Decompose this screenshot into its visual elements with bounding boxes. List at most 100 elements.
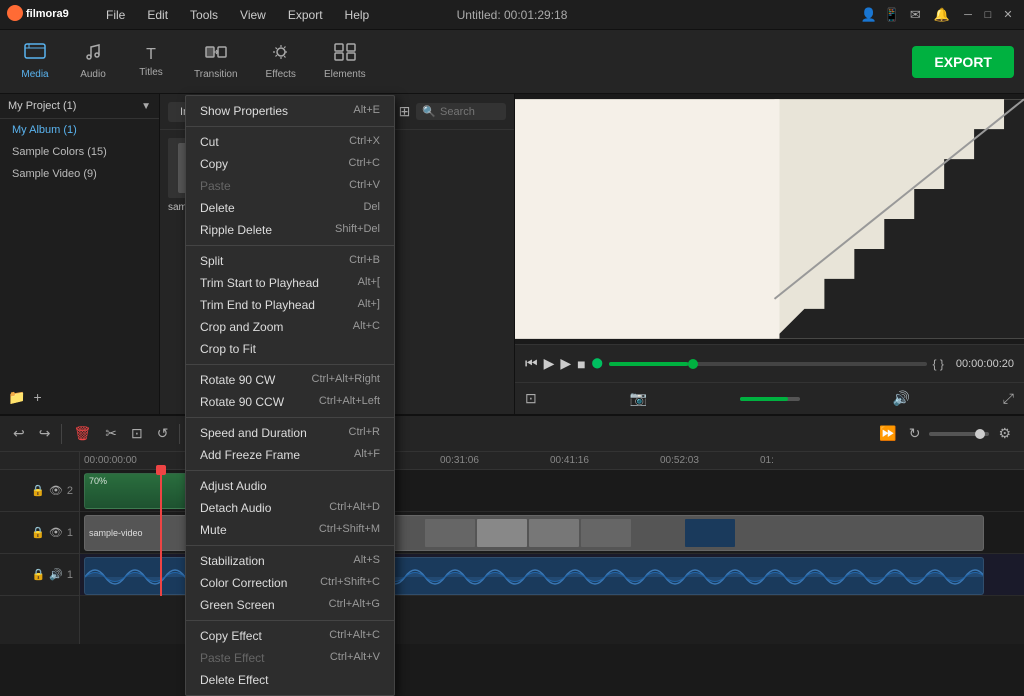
crop-button[interactable]: ⊡ <box>128 422 146 445</box>
preview-panel: ⏮ ▶ ▶ ■ ⬤ { } 00:00:00:20 ⊡ 📷 🔊 ⤢ <box>514 94 1024 414</box>
title-bar-menu: File Edit Tools View Export Help <box>96 4 379 26</box>
ctx-rotate-ccw[interactable]: Rotate 90 CCWCtrl+Alt+Left <box>186 391 394 413</box>
timeline-content: 🔒 👁 2 🔒 👁 1 🔒 🔊 1 00:00:00:00 00:10: <box>0 452 1024 644</box>
ctx-split[interactable]: SplitCtrl+B <box>186 250 394 272</box>
delete-clip-button[interactable]: 🗑 <box>70 422 94 445</box>
search-input[interactable] <box>440 106 500 118</box>
prev-frame-button[interactable]: ⏮ <box>525 355 538 372</box>
preview-bottom-bar: ⊡ 📷 🔊 ⤢ <box>515 382 1024 414</box>
ctx-cut[interactable]: CutCtrl+X <box>186 131 394 153</box>
close-button[interactable]: ✕ <box>1000 7 1016 23</box>
tl-sep-2 <box>179 424 180 444</box>
ctx-sep-1 <box>186 126 394 127</box>
ctx-rotate-cw[interactable]: Rotate 90 CWCtrl+Alt+Right <box>186 369 394 391</box>
menu-export[interactable]: Export <box>278 4 333 26</box>
add-icon[interactable]: + <box>33 389 41 406</box>
stop-button[interactable]: ■ <box>577 356 585 372</box>
track-1-eye-icon[interactable]: 👁 <box>49 526 63 539</box>
track-1-lock-icon[interactable]: 🔒 <box>31 526 45 539</box>
ctx-trim-start[interactable]: Trim Start to PlayheadAlt+[ <box>186 272 394 294</box>
ctx-delete-effect[interactable]: Delete Effect <box>186 669 394 691</box>
toolbar-effects[interactable]: Effects <box>256 39 306 84</box>
toolbar-media-label: Media <box>21 69 48 80</box>
volume-slider[interactable] <box>740 397 800 401</box>
ctx-color-correction[interactable]: Color CorrectionCtrl+Shift+C <box>186 572 394 594</box>
toolbar-titles[interactable]: T Titles <box>126 42 176 82</box>
project-dropdown-arrow[interactable]: ▼ <box>141 101 151 112</box>
menu-tools[interactable]: Tools <box>180 4 228 26</box>
transition-icon <box>205 43 227 66</box>
menu-file[interactable]: File <box>96 4 135 26</box>
preview-progress-dot <box>688 359 698 369</box>
fullscreen-icon[interactable]: ⤢ <box>1003 390 1014 407</box>
ctx-adjust-audio[interactable]: Adjust Audio <box>186 475 394 497</box>
ctx-stabilization[interactable]: StabilizationAlt+S <box>186 550 394 572</box>
ctx-freeze-frame[interactable]: Add Freeze FrameAlt+F <box>186 444 394 466</box>
context-menu: Show PropertiesAlt+E CutCtrl+X CopyCtrl+… <box>185 95 395 696</box>
rotation-button[interactable]: ↺ <box>154 422 172 445</box>
bracket-left-icon[interactable]: { } <box>933 357 944 371</box>
grid-view-icon[interactable]: ⊞ <box>399 103 411 120</box>
ctx-show-properties[interactable]: Show PropertiesAlt+E <box>186 100 394 122</box>
search-box[interactable]: 🔍 <box>416 103 506 120</box>
track-2-lock-icon[interactable]: 🔒 <box>31 484 45 497</box>
menu-view[interactable]: View <box>230 4 276 26</box>
volume-icon[interactable]: 🔊 <box>893 390 910 407</box>
redo-button[interactable]: ↪ <box>36 422 54 445</box>
snapshot-icon[interactable]: 📷 <box>630 390 647 407</box>
project-header[interactable]: My Project (1) ▼ <box>0 94 159 119</box>
ctx-crop-zoom[interactable]: Crop and ZoomAlt+C <box>186 316 394 338</box>
ctx-copy[interactable]: CopyCtrl+C <box>186 153 394 175</box>
audio-track-number: 1 <box>67 569 73 581</box>
settings-icon[interactable]: ⚙ <box>995 422 1014 445</box>
media-icon <box>24 43 46 66</box>
maximize-button[interactable]: □ <box>980 7 996 23</box>
user-icon[interactable]: 👤 <box>861 7 877 23</box>
toolbar-media[interactable]: Media <box>10 39 60 84</box>
ctx-crop-fit[interactable]: Crop to Fit <box>186 338 394 360</box>
audio-lock-icon[interactable]: 🔒 <box>31 568 45 581</box>
toolbar-transition[interactable]: Transition <box>184 39 248 84</box>
ctx-green-screen[interactable]: Green ScreenCtrl+Alt+G <box>186 594 394 616</box>
toolbar-elements[interactable]: Elements <box>314 39 376 84</box>
loop-icon[interactable]: ↻ <box>906 422 924 445</box>
audio-mute-icon[interactable]: 🔊 <box>49 568 63 581</box>
menu-help[interactable]: Help <box>335 4 380 26</box>
ctx-paste-effect: Paste EffectCtrl+Alt+V <box>186 647 394 669</box>
ctx-ripple-delete[interactable]: Ripple DeleteShift+Del <box>186 219 394 241</box>
screen-size-icon[interactable]: ⊡ <box>525 390 537 407</box>
export-button[interactable]: EXPORT <box>912 46 1014 78</box>
speed-icon[interactable]: ⏩ <box>876 422 899 445</box>
play-alt-button[interactable]: ▶ <box>560 355 571 372</box>
new-folder-icon[interactable]: 📁 <box>8 389 25 406</box>
ruler-mark-3: 00:31:06 <box>440 455 479 466</box>
ctx-speed-duration[interactable]: Speed and DurationCtrl+R <box>186 422 394 444</box>
my-album-item[interactable]: My Album (1) <box>0 119 159 141</box>
bell-icon[interactable]: 🔔 <box>934 7 950 23</box>
ctx-mute[interactable]: MuteCtrl+Shift+M <box>186 519 394 541</box>
ctx-sep-3 <box>186 364 394 365</box>
minimize-button[interactable]: ─ <box>960 7 976 23</box>
undo-button[interactable]: ↩ <box>10 422 28 445</box>
ctx-delete[interactable]: DeleteDel <box>186 197 394 219</box>
mail-icon[interactable]: ✉ <box>910 7 921 23</box>
preview-progress-bar[interactable] <box>609 362 927 366</box>
ctx-detach-audio[interactable]: Detach AudioCtrl+Alt+D <box>186 497 394 519</box>
menu-edit[interactable]: Edit <box>137 4 178 26</box>
tl-volume-slider[interactable] <box>929 432 989 436</box>
tl-sep-1 <box>61 424 62 444</box>
phone-icon[interactable]: 📱 <box>884 7 900 23</box>
search-icon: 🔍 <box>422 105 436 118</box>
ctx-paste: PasteCtrl+V <box>186 175 394 197</box>
sample-video-item[interactable]: Sample Video (9) <box>0 163 159 185</box>
title-bar-left: filmora9 File Edit Tools View Export Hel… <box>0 4 379 26</box>
track-2-eye-icon[interactable]: 👁 <box>49 484 63 497</box>
play-button[interactable]: ▶ <box>544 355 555 372</box>
project-title[interactable]: My Project (1) <box>8 100 76 112</box>
ctx-sep-4 <box>186 417 394 418</box>
ctx-trim-end[interactable]: Trim End to PlayheadAlt+] <box>186 294 394 316</box>
sample-colors-item[interactable]: Sample Colors (15) <box>0 141 159 163</box>
cut-clip-button[interactable]: ✂ <box>102 422 120 445</box>
toolbar-audio[interactable]: Audio <box>68 39 118 84</box>
app-title: Untitled: 00:01:29:18 <box>457 8 568 22</box>
